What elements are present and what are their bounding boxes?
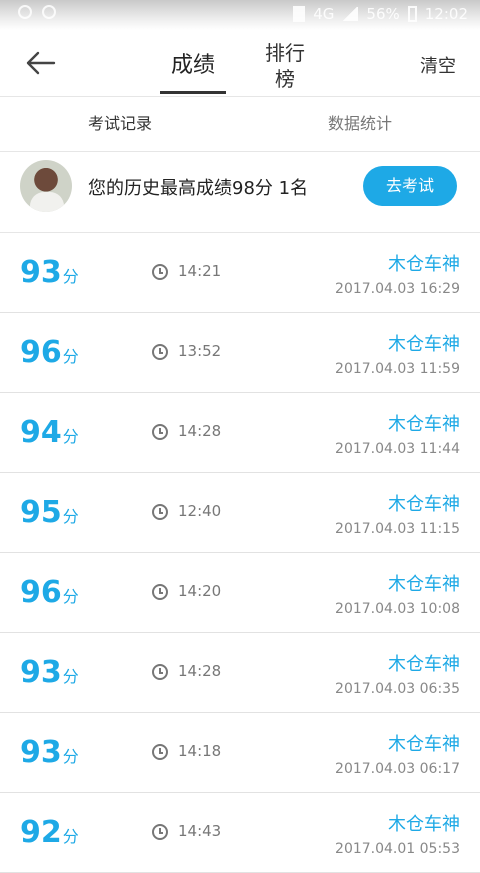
back-button[interactable] [22, 48, 58, 78]
score-number: 95 [20, 495, 62, 530]
score-number: 92 [20, 815, 62, 850]
exam-date: 2017.04.03 16:29 [335, 281, 460, 297]
exam-date: 2017.04.03 06:35 [335, 681, 460, 697]
take-exam-label: 去考试 [385, 176, 434, 195]
score-number: 94 [20, 415, 62, 450]
data-statistics-label: 数据统计 [327, 114, 392, 133]
exam-date: 2017.04.03 11:15 [335, 521, 460, 537]
cloud-icon [42, 5, 56, 19]
score-number: 96 [20, 575, 62, 610]
score-unit: 分 [62, 747, 79, 766]
exam-date: 2017.04.03 06:17 [335, 761, 460, 777]
score-value: 92分 [20, 817, 79, 853]
record-row[interactable]: 95分 12:40 木仓车神 2017.04.03 11:15 [0, 473, 480, 553]
profile-summary: 您的历史最高成绩98分 1名 去考试 [0, 152, 480, 233]
exam-mode: 木仓车神 [388, 254, 460, 275]
record-row[interactable]: 93分 14:21 木仓车神 2017.04.03 16:29 [0, 233, 480, 313]
score-value: 96分 [20, 337, 79, 373]
exam-duration: 13:52 [178, 342, 222, 360]
clock-icon [152, 424, 168, 440]
battery-percent: 56% [366, 5, 400, 23]
score-unit: 分 [62, 587, 79, 606]
exam-duration: 14:28 [178, 422, 222, 440]
clear-label: 清空 [420, 56, 456, 77]
network-label: 4G [313, 5, 335, 23]
tab-scores-label: 成绩 [170, 53, 215, 78]
exam-date: 2017.04.03 11:44 [335, 441, 460, 457]
score-value: 96分 [20, 577, 79, 613]
record-row[interactable]: 94分 14:28 木仓车神 2017.04.03 11:44 [0, 393, 480, 473]
alarm-icon [18, 5, 32, 19]
score-unit: 分 [62, 267, 79, 286]
exam-record-list: 93分 14:21 木仓车神 2017.04.03 16:29 96分 13:5… [0, 233, 480, 873]
score-unit: 分 [62, 347, 79, 366]
exam-duration: 14:21 [178, 262, 222, 280]
score-value: 94分 [20, 417, 79, 453]
score-unit: 分 [62, 427, 79, 446]
score-value: 95分 [20, 497, 79, 533]
exam-records-label: 考试记录 [87, 114, 152, 133]
tab-rankings[interactable]: 排行榜 [262, 40, 308, 92]
exam-date: 2017.04.01 05:53 [335, 841, 460, 857]
clock-icon [152, 344, 168, 360]
exam-mode: 木仓车神 [388, 334, 460, 355]
avatar [20, 160, 72, 212]
status-time: 12:02 [424, 5, 468, 23]
exam-mode: 木仓车神 [388, 734, 460, 755]
score-number: 96 [20, 335, 62, 370]
clock-icon [152, 504, 168, 520]
record-row[interactable]: 96分 14:20 木仓车神 2017.04.03 10:08 [0, 553, 480, 633]
clock-icon [152, 744, 168, 760]
record-row[interactable]: 96分 13:52 木仓车神 2017.04.03 11:59 [0, 313, 480, 393]
record-row[interactable]: 93分 14:18 木仓车神 2017.04.03 06:17 [0, 713, 480, 793]
exam-mode: 木仓车神 [388, 814, 460, 835]
exam-duration: 14:43 [178, 822, 222, 840]
exam-mode: 木仓车神 [388, 574, 460, 595]
top-navigation: 成绩 排行榜 清空 [0, 30, 480, 97]
score-unit: 分 [62, 827, 79, 846]
tab-rankings-label: 排行榜 [265, 41, 305, 91]
battery-icon [407, 6, 417, 22]
score-value: 93分 [20, 737, 79, 773]
best-score-summary: 您的历史最高成绩98分 1名 [88, 178, 309, 199]
exam-mode: 木仓车神 [388, 654, 460, 675]
clock-icon [152, 824, 168, 840]
clock-icon [152, 664, 168, 680]
score-unit: 分 [62, 667, 79, 686]
exam-date: 2017.04.03 11:59 [335, 361, 460, 377]
clock-icon [152, 584, 168, 600]
exam-duration: 14:18 [178, 742, 222, 760]
take-exam-button[interactable]: 去考试 [363, 166, 457, 206]
score-value: 93分 [20, 657, 79, 693]
exam-duration: 14:28 [178, 662, 222, 680]
score-unit: 分 [62, 507, 79, 526]
exam-mode: 木仓车神 [388, 494, 460, 515]
sim-icon [293, 6, 306, 22]
exam-duration: 12:40 [178, 502, 222, 520]
exam-mode: 木仓车神 [388, 414, 460, 435]
status-bar: 4G 56% 12:02 [0, 0, 480, 30]
status-right: 4G 56% 12:02 [293, 5, 468, 23]
tab-scores[interactable]: 成绩 [160, 42, 226, 94]
clear-button[interactable]: 清空 [420, 52, 456, 78]
record-row[interactable]: 93分 14:28 木仓车神 2017.04.03 06:35 [0, 633, 480, 713]
score-number: 93 [20, 655, 62, 690]
score-number: 93 [20, 735, 62, 770]
back-arrow-icon [26, 51, 56, 75]
score-value: 93分 [20, 257, 79, 293]
tab-data-statistics[interactable]: 数据统计 [310, 97, 410, 151]
clock-icon [152, 264, 168, 280]
exam-duration: 14:20 [178, 582, 222, 600]
score-number: 93 [20, 255, 62, 290]
record-row[interactable]: 92分 14:43 木仓车神 2017.04.01 05:53 [0, 793, 480, 873]
tab-exam-records[interactable]: 考试记录 [70, 97, 170, 151]
signal-icon [342, 7, 359, 21]
exam-date: 2017.04.03 10:08 [335, 601, 460, 617]
status-left [18, 5, 56, 19]
sub-tabs: 考试记录 数据统计 [0, 97, 480, 152]
